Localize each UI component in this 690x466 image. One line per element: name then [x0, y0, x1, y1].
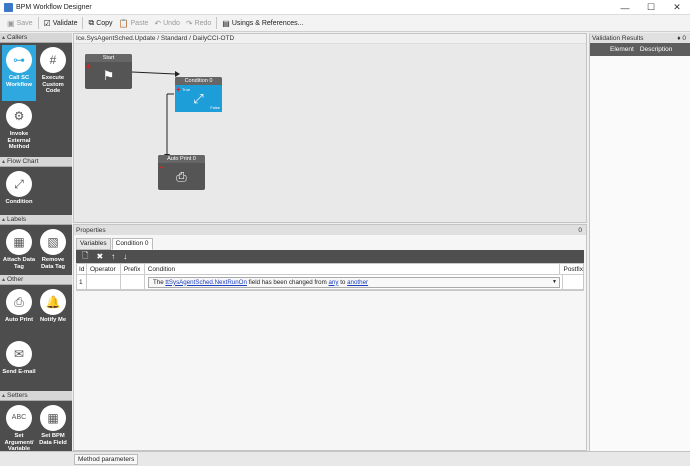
bottom-bar: Method parameters	[0, 451, 690, 466]
table-row[interactable]: 1 The ttSysAgentSched.NextRunOn field ha…	[77, 275, 583, 290]
breadcrumb: Ice.SysAgentSched.Update / Standard / Da…	[74, 34, 586, 44]
section-labels[interactable]: ▴ Labels	[0, 215, 72, 225]
tag-remove-icon: ▧	[40, 229, 66, 255]
add-icon: +	[176, 85, 181, 94]
tab-method-parameters[interactable]: Method parameters	[74, 454, 139, 465]
workflow-canvas[interactable]: Ice.SysAgentSched.Update / Standard / Da…	[73, 33, 587, 223]
printer-icon: ⎙	[176, 168, 187, 184]
collapse-icon: ▴	[2, 35, 6, 41]
tag-icon: ▦	[6, 229, 32, 255]
condition-dropdown[interactable]: The ttSysAgentSched.NextRunOn field has …	[148, 276, 560, 288]
node-condition[interactable]: Condition 0 + True ⤢ False	[175, 77, 222, 112]
references-icon: ▤	[222, 18, 230, 28]
new-icon[interactable]: 🗋	[82, 250, 88, 264]
tool-auto-print[interactable]: ⎙ Auto Print	[2, 287, 36, 339]
minimize-button[interactable]: —	[612, 0, 638, 15]
title-bar: BPM Workflow Designer — ☐ ✕	[0, 0, 690, 15]
save-button[interactable]: ▣ Save	[4, 16, 36, 30]
save-icon: ▣	[7, 18, 15, 28]
grid-header: Id Operator Prefix Condition Postfix	[77, 264, 583, 275]
app-icon	[4, 2, 13, 12]
window-title: BPM Workflow Designer	[16, 3, 92, 11]
tool-invoke-external-method[interactable]: ⚙ Invoke External Method	[2, 101, 36, 157]
conditions-grid: Id Operator Prefix Condition Postfix 1 T…	[76, 263, 584, 291]
condition-toolbar: 🗋 ✖ ↑ ↓	[76, 250, 584, 263]
calendar-icon: ▦	[40, 405, 66, 431]
tool-condition[interactable]: ⤢ Condition	[2, 169, 36, 215]
pin-icon[interactable]: ♦ 0	[677, 35, 686, 42]
pin-icon[interactable]: 0	[578, 227, 582, 234]
method-icon: ⚙	[6, 103, 32, 129]
printer-icon: ⎙	[6, 289, 32, 315]
abc-icon: ABC	[6, 405, 32, 431]
add-icon: +	[86, 62, 91, 71]
email-icon: ✉	[6, 341, 32, 367]
section-other[interactable]: ▴ Other	[0, 275, 72, 285]
section-callers[interactable]: ▴ Callers	[0, 33, 72, 43]
move-down-icon[interactable]: ↓	[123, 252, 127, 261]
toolbar-divider	[216, 17, 218, 29]
tab-condition-0[interactable]: Condition 0	[111, 238, 153, 250]
toolbar-divider	[82, 17, 84, 29]
chevron-down-icon[interactable]: ▼	[552, 279, 557, 285]
checkbox-icon: ☑	[43, 18, 51, 28]
from-value-link[interactable]: any	[328, 279, 338, 286]
add-icon: +	[159, 163, 164, 172]
delete-icon[interactable]: ✖	[96, 252, 103, 261]
copy-button[interactable]: ⧉ Copy	[85, 16, 115, 30]
bell-icon: 🔔	[40, 289, 66, 315]
column-element[interactable]: Element	[610, 46, 634, 53]
close-button[interactable]: ✕	[664, 0, 690, 15]
condition-icon: ⤢	[193, 90, 204, 106]
workflow-icon: ⊶	[6, 47, 32, 73]
maximize-button[interactable]: ☐	[638, 0, 664, 15]
collapse-icon: ▴	[2, 159, 6, 165]
condition-icon: ⤢	[6, 171, 32, 197]
field-link[interactable]: ttSysAgentSched.NextRunOn	[165, 279, 247, 286]
flag-icon: ⚑	[102, 67, 115, 83]
code-icon: #	[40, 47, 66, 73]
tool-attach-data-tag[interactable]: ▦ Attach Data Tag	[2, 227, 36, 275]
validation-results-panel: Validation Results ♦ 0 Element Descriptio…	[589, 33, 690, 451]
redo-icon: ↷	[185, 18, 193, 28]
connector-start-condition	[131, 71, 176, 75]
section-setters[interactable]: ▴ Setters	[0, 391, 72, 401]
undo-button[interactable]: ↶ Undo	[151, 16, 182, 30]
copy-icon: ⧉	[88, 18, 95, 27]
tool-notify-me[interactable]: 🔔 Notify Me	[36, 287, 70, 339]
usings-references-button[interactable]: ▤ Usings & References...	[219, 16, 306, 30]
validate-button[interactable]: ☑ Validate	[41, 16, 81, 30]
to-value-link[interactable]: another	[347, 279, 368, 286]
tool-call-sc-workflow[interactable]: ⊶ Call SC Workflow	[2, 45, 36, 101]
collapse-icon: ▴	[2, 277, 6, 283]
section-flow-chart[interactable]: ▴ Flow Chart	[0, 157, 72, 167]
column-description[interactable]: Description	[640, 46, 673, 53]
tool-remove-data-tag[interactable]: ▧ Remove Data Tag	[36, 227, 70, 275]
window-controls: — ☐ ✕	[612, 0, 690, 15]
undo-icon: ↶	[154, 18, 162, 28]
tool-execute-custom-code[interactable]: # Execute Custom Code	[36, 45, 70, 101]
redo-button[interactable]: ↷ Redo	[183, 16, 214, 30]
paste-button[interactable]: 📋 Paste	[116, 16, 152, 30]
move-up-icon[interactable]: ↑	[111, 252, 115, 261]
node-auto-print[interactable]: Auto Print 0 + ⎙	[158, 155, 205, 190]
properties-panel: Properties 0 Variables Condition 0 🗋 ✖ ↑ …	[73, 224, 587, 451]
tab-variables[interactable]: Variables	[76, 238, 111, 250]
collapse-icon: ▴	[2, 393, 6, 399]
toolbox-panel: ▴ Callers ⊶ Call SC Workflow # Execute Cust…	[0, 33, 72, 466]
node-start[interactable]: Start + ⚑	[85, 54, 132, 89]
collapse-icon: ▴	[2, 217, 6, 223]
toolbar-divider	[37, 17, 39, 29]
tool-send-email[interactable]: ✉ Send E-mail	[2, 339, 36, 391]
paste-icon: 📋	[118, 18, 129, 28]
connectors	[131, 71, 180, 159]
main-toolbar: ▣ Save ☑ Validate ⧉ Copy 📋 Paste ↶ Undo ↷ Redo…	[0, 15, 690, 32]
